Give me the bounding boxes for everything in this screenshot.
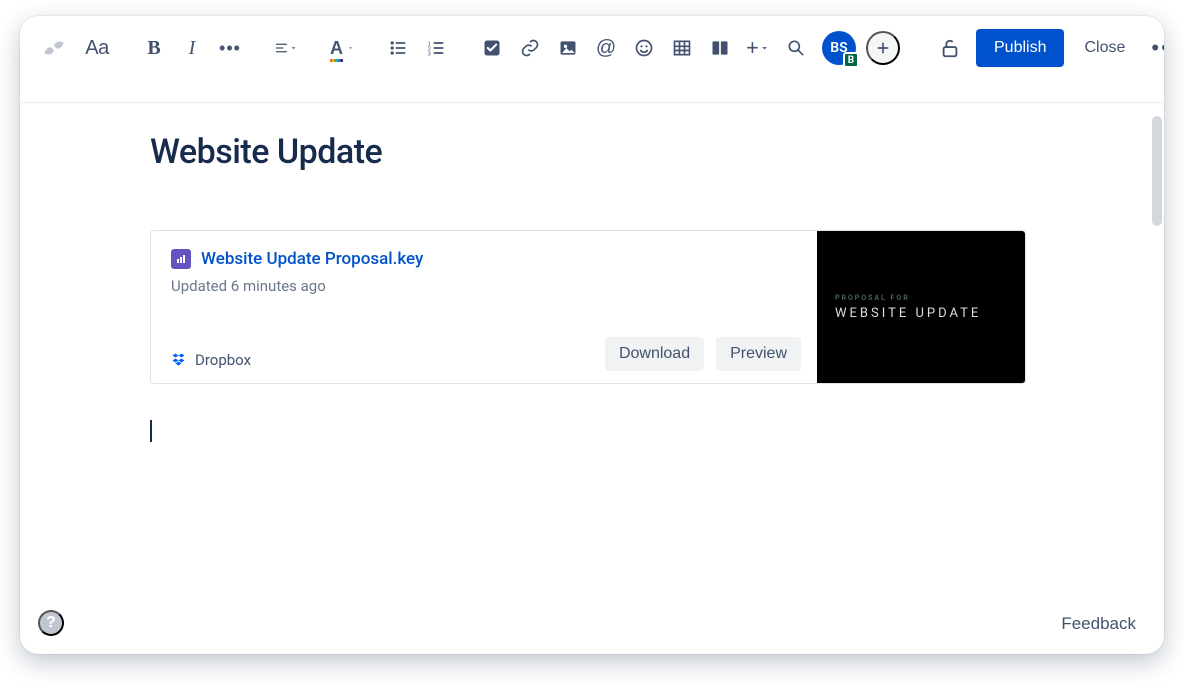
text-style-button[interactable]: Aa — [82, 30, 114, 66]
checkbox-icon — [482, 38, 502, 58]
layout-button[interactable] — [704, 30, 736, 66]
editor-toolbar: Aa B I ••• A 123 — [20, 16, 1164, 80]
table-icon — [672, 38, 692, 58]
link-icon — [520, 38, 540, 58]
mention-button[interactable]: @ — [590, 30, 622, 66]
chevron-down-icon — [347, 42, 354, 54]
search-icon — [786, 38, 806, 58]
action-item-button[interactable] — [476, 30, 508, 66]
align-left-icon — [274, 38, 289, 58]
layout-icon — [710, 38, 730, 58]
download-button[interactable]: Download — [605, 337, 704, 371]
invite-button[interactable] — [866, 31, 900, 65]
svg-text:3: 3 — [428, 52, 431, 58]
search-button[interactable] — [780, 30, 812, 66]
attachment-meta: Updated 6 minutes ago — [171, 277, 797, 295]
page-title[interactable]: Website Update — [150, 132, 1164, 172]
more-actions-button[interactable]: ••• — [1145, 30, 1164, 66]
emoji-button[interactable] — [628, 30, 660, 66]
feedback-button[interactable]: Feedback — [1061, 614, 1136, 634]
attachment-card[interactable]: Website Update Proposal.key Updated 6 mi… — [150, 230, 1026, 384]
table-button[interactable] — [666, 30, 698, 66]
emoji-icon — [634, 38, 654, 58]
bold-button[interactable]: B — [138, 30, 170, 66]
align-button[interactable] — [270, 30, 302, 66]
insert-button[interactable]: + — [742, 30, 774, 66]
help-button[interactable]: ? — [38, 610, 64, 636]
chevron-down-icon — [759, 42, 770, 54]
numbered-list-button[interactable]: 123 — [420, 30, 452, 66]
attachment-source: Dropbox — [195, 351, 251, 369]
text-cursor — [150, 420, 152, 442]
text-style-label: Aa — [85, 37, 108, 60]
chevron-down-icon — [289, 42, 298, 54]
thumb-title: WEBSITE UPDATE — [835, 306, 981, 321]
more-formatting-button[interactable]: ••• — [214, 30, 246, 66]
preview-button[interactable]: Preview — [716, 337, 801, 371]
italic-button[interactable]: I — [176, 30, 208, 66]
bullet-list-button[interactable] — [382, 30, 414, 66]
presence-badge: B — [843, 52, 859, 68]
plus-icon — [875, 40, 891, 56]
close-button[interactable]: Close — [1074, 31, 1135, 65]
app-logo[interactable] — [38, 30, 70, 66]
page-content: Website Update Website Update Proposal.k… — [20, 104, 1164, 654]
thumb-subtitle: PROPOSAL FOR — [835, 294, 910, 302]
presentation-file-icon — [171, 249, 191, 269]
publish-button[interactable]: Publish — [976, 29, 1064, 67]
numbered-list-icon: 123 — [426, 38, 446, 58]
text-color-icon: A — [330, 38, 343, 59]
link-button[interactable] — [514, 30, 546, 66]
text-color-button[interactable]: A — [326, 30, 358, 66]
bullet-list-icon — [388, 38, 408, 58]
attachment-filename[interactable]: Website Update Proposal.key — [201, 249, 423, 269]
image-icon — [558, 38, 578, 58]
restrictions-button[interactable] — [934, 30, 966, 66]
dropbox-icon — [171, 352, 187, 368]
user-avatar[interactable]: BS B — [822, 31, 856, 65]
attachment-thumbnail[interactable]: PROPOSAL FOR WEBSITE UPDATE — [817, 231, 1025, 383]
unlock-icon — [939, 37, 961, 59]
image-button[interactable] — [552, 30, 584, 66]
